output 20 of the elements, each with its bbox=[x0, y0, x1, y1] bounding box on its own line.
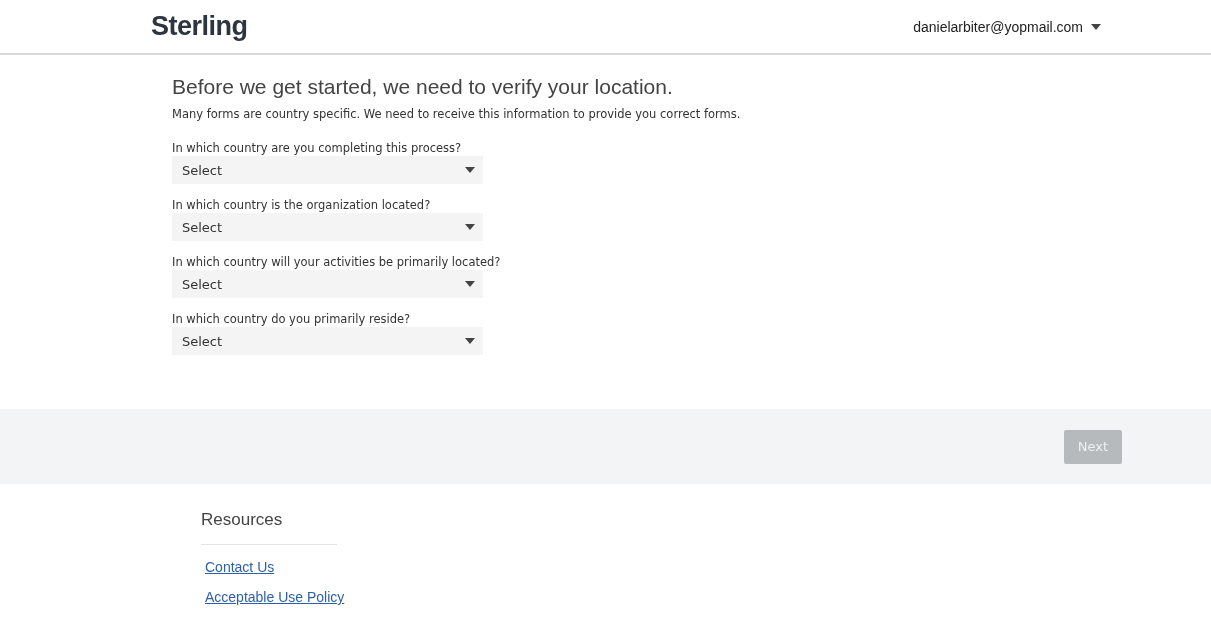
question-label: In which country is the organization located? bbox=[172, 198, 432, 212]
caret-icon bbox=[465, 338, 475, 344]
user-menu[interactable]: danielarbiter@yopmail.com bbox=[911, 16, 1103, 37]
question-label: In which country will your activities be primarily located? bbox=[172, 255, 502, 269]
resource-link[interactable]: Acceptable Use Policy bbox=[205, 589, 345, 605]
question-label: In which country are you completing this process? bbox=[172, 141, 463, 155]
country-select[interactable]: Select bbox=[172, 156, 483, 184]
resources-title: Resources bbox=[201, 510, 337, 545]
logo: Sterling bbox=[151, 11, 248, 42]
question-label: In which country do you primarily reside? bbox=[172, 312, 412, 326]
intro-text: Many forms are country specific. We need to receive this information to provide you correct forms. bbox=[172, 107, 742, 121]
caret-icon bbox=[465, 224, 475, 230]
page-heading: Before we get started, we need to verify your location. bbox=[172, 75, 674, 99]
country-select[interactable]: Select bbox=[172, 327, 483, 355]
resource-link[interactable]: Contact Us bbox=[205, 559, 275, 575]
caret-icon bbox=[1091, 23, 1101, 30]
caret-icon bbox=[465, 281, 475, 287]
country-select[interactable]: Select bbox=[172, 270, 483, 298]
country-select[interactable]: Select bbox=[172, 213, 483, 241]
caret-icon bbox=[465, 167, 475, 173]
